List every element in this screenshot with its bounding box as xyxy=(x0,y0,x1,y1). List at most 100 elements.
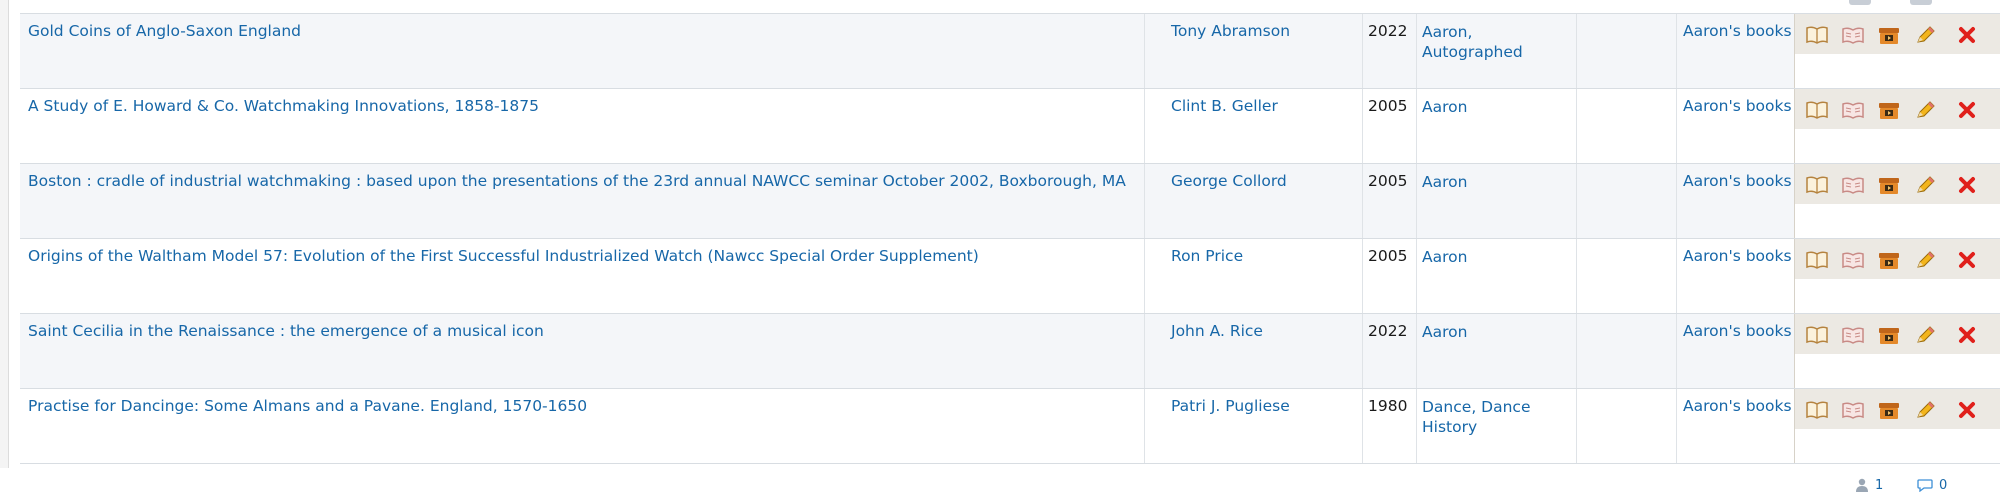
year-cell: 2005 xyxy=(1362,164,1416,238)
title-cell: Practise for Dancinge: Some Almans and a… xyxy=(20,389,1144,463)
tag-link[interactable]: Aaron xyxy=(1422,173,1467,191)
tag-link[interactable]: Aaron, xyxy=(1422,23,1472,41)
book-title-link[interactable]: A Study of E. Howard & Co. Watchmaking I… xyxy=(28,97,539,115)
author-cell: Patri J. Pugliese xyxy=(1144,389,1362,463)
tag-link[interactable]: Aaron xyxy=(1422,98,1467,116)
pencil-icon[interactable] xyxy=(1913,100,1937,120)
empty-cell xyxy=(1576,239,1676,313)
action-buttons xyxy=(1794,14,2000,54)
speech-bubble-icon xyxy=(1910,0,1932,5)
collection-cell: Aaron's books xyxy=(1676,239,1794,313)
open-book-icon[interactable] xyxy=(1805,325,1829,345)
book-pages-icon[interactable] xyxy=(1841,400,1865,420)
pencil-icon[interactable] xyxy=(1913,250,1937,270)
collection-link[interactable]: Aaron's books xyxy=(1683,322,1792,340)
empty-cell xyxy=(1576,314,1676,388)
title-cell: Boston : cradle of industrial watchmakin… xyxy=(20,164,1144,238)
delete-x-icon[interactable] xyxy=(1955,250,1979,270)
author-link[interactable]: John A. Rice xyxy=(1171,322,1263,340)
collection-link[interactable]: Aaron's books xyxy=(1683,172,1792,190)
users-count[interactable]: 1 xyxy=(1855,478,1883,493)
year-text: 2005 xyxy=(1368,172,1408,190)
open-book-icon[interactable] xyxy=(1805,400,1829,420)
actions-cell: 1 0 xyxy=(1794,89,2000,193)
action-buttons xyxy=(1794,164,2000,204)
left-rail xyxy=(0,0,9,468)
tags-cell: Aaron xyxy=(1416,89,1576,163)
archive-box-icon[interactable] xyxy=(1877,250,1901,270)
delete-x-icon[interactable] xyxy=(1955,400,1979,420)
collection-cell: Aaron's books xyxy=(1676,164,1794,238)
collection-cell: Aaron's books xyxy=(1676,314,1794,388)
open-book-icon[interactable] xyxy=(1805,100,1829,120)
comments-count[interactable]: 0 xyxy=(1917,478,1947,493)
archive-box-icon[interactable] xyxy=(1877,100,1901,120)
archive-box-icon[interactable] xyxy=(1877,325,1901,345)
pencil-icon[interactable] xyxy=(1913,325,1937,345)
author-link[interactable]: Clint B. Geller xyxy=(1171,97,1278,115)
row-stats: 1 0 xyxy=(1794,54,2000,118)
book-pages-icon[interactable] xyxy=(1841,25,1865,45)
row-stats: 1 0 xyxy=(1794,279,2000,343)
collection-link[interactable]: Aaron's books xyxy=(1683,22,1792,40)
title-cell: Origins of the Waltham Model 57: Evoluti… xyxy=(20,239,1144,313)
open-book-icon[interactable] xyxy=(1805,175,1829,195)
open-book-icon[interactable] xyxy=(1805,25,1829,45)
row-stats: 1 0 xyxy=(1794,204,2000,268)
book-pages-icon[interactable] xyxy=(1841,325,1865,345)
pencil-icon[interactable] xyxy=(1913,400,1937,420)
tag-link[interactable]: Dance, Dance xyxy=(1422,398,1531,416)
row-stats: 1 0 xyxy=(1794,429,2000,493)
tag-link[interactable]: Autographed xyxy=(1422,43,1523,61)
delete-x-icon[interactable] xyxy=(1955,25,1979,45)
book-pages-icon[interactable] xyxy=(1841,250,1865,270)
tag-link[interactable]: History xyxy=(1422,418,1477,436)
speech-bubble-icon xyxy=(1917,479,1933,493)
pencil-icon[interactable] xyxy=(1913,25,1937,45)
author-cell: George Collord xyxy=(1144,164,1362,238)
author-cell: John A. Rice xyxy=(1144,314,1362,388)
author-link[interactable]: George Collord xyxy=(1171,172,1287,190)
author-cell: Ron Price xyxy=(1144,239,1362,313)
book-title-link[interactable]: Gold Coins of Anglo-Saxon England xyxy=(28,22,301,40)
title-cell: A Study of E. Howard & Co. Watchmaking I… xyxy=(20,89,1144,163)
table-row: Practise for Dancinge: Some Almans and a… xyxy=(20,389,2000,493)
tags-cell: Aaron, Autographed xyxy=(1416,14,1576,88)
book-title-link[interactable]: Origins of the Waltham Model 57: Evoluti… xyxy=(28,247,979,265)
author-link[interactable]: Patri J. Pugliese xyxy=(1171,397,1290,415)
collection-link[interactable]: Aaron's books xyxy=(1683,247,1792,265)
book-title-link[interactable]: Boston : cradle of industrial watchmakin… xyxy=(28,172,1126,190)
pencil-icon[interactable] xyxy=(1913,175,1937,195)
row-stats: 2 0 xyxy=(1794,354,2000,418)
users-count-value: 1 xyxy=(1875,478,1884,493)
books-table: Gold Coins of Anglo-Saxon England Tony A… xyxy=(20,0,2000,493)
table-row: Saint Cecilia in the Renaissance : the e… xyxy=(20,314,2000,418)
open-book-icon[interactable] xyxy=(1805,250,1829,270)
archive-box-icon[interactable] xyxy=(1877,175,1901,195)
author-link[interactable]: Tony Abramson xyxy=(1171,22,1290,40)
action-buttons xyxy=(1794,239,2000,279)
book-pages-icon[interactable] xyxy=(1841,175,1865,195)
collection-cell: Aaron's books xyxy=(1676,89,1794,163)
tags-cell: Aaron xyxy=(1416,314,1576,388)
year-text: 1980 xyxy=(1368,397,1408,415)
book-title-link[interactable]: Practise for Dancinge: Some Almans and a… xyxy=(28,397,587,415)
tag-link[interactable]: Aaron xyxy=(1422,323,1467,341)
archive-box-icon[interactable] xyxy=(1877,25,1901,45)
previous-row-fragment xyxy=(20,0,2000,14)
delete-x-icon[interactable] xyxy=(1955,100,1979,120)
collection-link[interactable]: Aaron's books xyxy=(1683,97,1792,115)
row-stats: 1 0 xyxy=(1794,129,2000,193)
author-link[interactable]: Ron Price xyxy=(1171,247,1243,265)
user-icon xyxy=(1849,0,1871,5)
collection-link[interactable]: Aaron's books xyxy=(1683,397,1792,415)
book-pages-icon[interactable] xyxy=(1841,100,1865,120)
tag-link[interactable]: Aaron xyxy=(1422,248,1467,266)
delete-x-icon[interactable] xyxy=(1955,175,1979,195)
empty-cell xyxy=(1576,14,1676,88)
year-cell: 1980 xyxy=(1362,389,1416,463)
delete-x-icon[interactable] xyxy=(1955,325,1979,345)
actions-cell: 1 0 xyxy=(1794,164,2000,268)
book-title-link[interactable]: Saint Cecilia in the Renaissance : the e… xyxy=(28,322,544,340)
archive-box-icon[interactable] xyxy=(1877,400,1901,420)
